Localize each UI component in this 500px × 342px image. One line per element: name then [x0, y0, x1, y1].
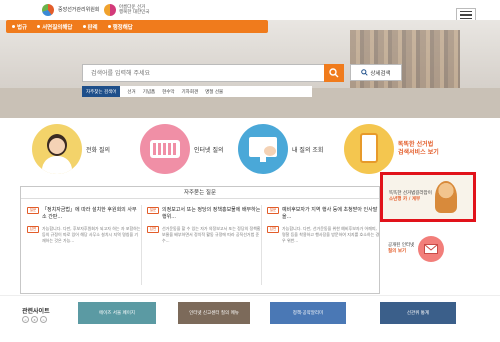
detail-search-button[interactable]: 상세검색: [350, 64, 402, 81]
guide-character-icon: [434, 181, 457, 213]
internet-inquiry-label: 인터넷 질의: [194, 146, 224, 154]
campaign-logo-icon: [104, 4, 116, 16]
nec-logo-text: 중앙선거관리위원회: [58, 7, 100, 13]
faq-answer: 선거운동을 할 수 있는 자가 의정보고서 또는 정당의 정책홍보물을 배부하면…: [162, 226, 261, 243]
faq-panel: 자주묻는 질문 질문 「정치자금법」에 따라 설치한 후원회의 사무소 간판...…: [20, 186, 380, 294]
faq-question: 예비후보자가 지역 행사 등에 초청받아 인사말을...: [282, 207, 378, 220]
my-inquiry-label: 내 질의 조회: [292, 146, 324, 154]
search-input[interactable]: [83, 65, 323, 81]
pause-button[interactable]: II: [31, 316, 38, 323]
answer-badge: 답변: [267, 226, 279, 233]
bullet-icon: [107, 25, 111, 28]
faq-item[interactable]: 질문 예비후보자가 지역 행사 등에 초청받아 인사말을... 답변 가능합니다. …: [267, 207, 381, 250]
bullet-icon: [12, 25, 15, 28]
question-badge: 질문: [27, 207, 39, 214]
nav-label: 법규: [17, 24, 28, 31]
keyword-link[interactable]: 현수막: [162, 89, 174, 95]
keyword-link[interactable]: 기념품: [143, 89, 155, 95]
nav-item-law[interactable]: 법규: [12, 23, 27, 31]
faq-answer: 가능합니다. 다만, 선거운동을 위한 예비후보자가 어깨띠, 명찰 등을 착용…: [282, 226, 380, 243]
keyword-link[interactable]: 명절 선물: [205, 89, 223, 95]
main-nav: 법규 서면질의해답 판례 행정해답: [6, 20, 268, 33]
smart-election-law-guide-banner[interactable]: 똑똑한 선거법길라잡이 소년행 카 / 게부: [380, 172, 476, 222]
internet-inquiry-shortcut[interactable]: 인터넷 질의: [140, 124, 224, 174]
faq-item[interactable]: 질문 「정치자금법」에 따라 설치한 후원회의 사무소 간판... 답변 가능합니다…: [27, 207, 141, 250]
answer-badge: 답변: [147, 226, 159, 233]
question-badge: 질문: [147, 207, 159, 214]
popular-keywords: 자주찾는 검색어 선거 기념품 현수막 기자회견 명절 선물: [82, 86, 312, 97]
nav-item-admin-answer[interactable]: 행정해답: [107, 23, 133, 31]
related-pager: < II >: [22, 316, 47, 323]
public-inquiry-banner[interactable]: 공개된 인터넷 질의 보기: [384, 228, 476, 270]
keyword-link[interactable]: 선거: [127, 89, 135, 95]
campaign-logo-line2: 행복한 대한민국: [119, 10, 150, 15]
faq-question: 「정치자금법」에 따라 설치한 후원회의 사무소 간판...: [42, 207, 137, 220]
bullet-icon: [37, 25, 41, 28]
prev-button[interactable]: <: [22, 316, 29, 323]
keyword-link[interactable]: 기자회견: [182, 89, 199, 95]
related-sites-label: 관련사이트: [22, 308, 50, 315]
section-divider: [0, 295, 500, 296]
faq-title: 자주묻는 질문: [21, 187, 379, 199]
next-button[interactable]: >: [40, 316, 47, 323]
monitor-hand-icon: [238, 124, 288, 174]
smart-search-label-bottom: 검색서비스 보기: [398, 149, 439, 156]
tablet-icon: [344, 124, 394, 174]
faq-divider: [261, 205, 262, 285]
search-button[interactable]: [324, 64, 344, 82]
related-site-banner[interactable]: 정책·공약알리미: [270, 302, 346, 324]
phone-inquiry-shortcut[interactable]: 전화 질의: [32, 124, 110, 174]
nec-logo-icon: [42, 4, 54, 16]
faq-divider: [141, 205, 142, 285]
bullet-icon: [82, 25, 86, 28]
question-badge: 질문: [267, 207, 279, 214]
popular-keywords-label: 자주찾는 검색어: [82, 86, 121, 97]
hamburger-icon-bar: [460, 14, 472, 16]
faq-item[interactable]: 질문 의정보고서 또는 정당의 정책홍보물에 배부하는 행위... 답변 선거운동을…: [147, 207, 261, 250]
public-inquiry-text: 공개된 인터넷 질의 보기: [388, 243, 414, 255]
public-inquiry-line1: 공개된 인터넷: [388, 243, 415, 248]
smart-search-label-top: 똑똑한 선거법: [398, 141, 434, 148]
magnifier-plus-icon: [361, 69, 369, 76]
envelope-icon: [418, 236, 445, 262]
faq-question: 의정보고서 또는 정당의 정책홍보물에 배부하는 행위...: [162, 207, 261, 220]
answer-badge: 답변: [27, 226, 39, 233]
campaign-logo[interactable]: 아름다운 선거 행복한 대한민국: [104, 4, 149, 16]
keyboard-icon: [140, 124, 190, 174]
smart-search-label: 똑똑한 선거법 검색서비스 보기: [398, 141, 439, 157]
nav-item-written-answer[interactable]: 서면질의해답: [37, 23, 73, 31]
guide-banner-line2: 소년행 카 / 게부: [389, 197, 421, 202]
smart-search-shortcut[interactable]: 똑똑한 선거법 검색서비스 보기: [344, 124, 439, 174]
related-site-banner[interactable]: 인터넷 신고센터 질의 메뉴: [178, 302, 250, 324]
related-site-banner[interactable]: 에이즈 서울 페이지: [78, 302, 156, 324]
related-site-banner[interactable]: 선관위 통계: [380, 302, 456, 324]
public-inquiry-line2: 질의 보기: [388, 249, 407, 254]
hamburger-icon: [460, 10, 472, 13]
search-box: [82, 64, 344, 82]
nav-item-precedent[interactable]: 판례: [82, 23, 98, 31]
nav-label: 행정해답: [112, 24, 133, 31]
nec-logo[interactable]: 중앙선거관리위원회: [42, 4, 99, 16]
operator-avatar-icon: [32, 124, 82, 174]
guide-banner-line1: 똑똑한 선거법길라잡이: [389, 191, 432, 196]
my-inquiry-shortcut[interactable]: 내 질의 조회: [238, 124, 323, 174]
faq-answer: 가능합니다. 다만, 후보자후원회가 되고자 하는 자 포함하는 등의 규정이 …: [42, 226, 141, 243]
nav-label: 판례: [87, 24, 98, 31]
guide-banner-text: 똑똑한 선거법길라잡이 소년행 카 / 게부: [389, 191, 432, 203]
nav-label: 서면질의해답: [42, 24, 73, 31]
detail-search-label: 상세검색: [370, 70, 391, 77]
search-icon: [329, 68, 339, 78]
phone-inquiry-label: 전화 질의: [86, 146, 110, 154]
